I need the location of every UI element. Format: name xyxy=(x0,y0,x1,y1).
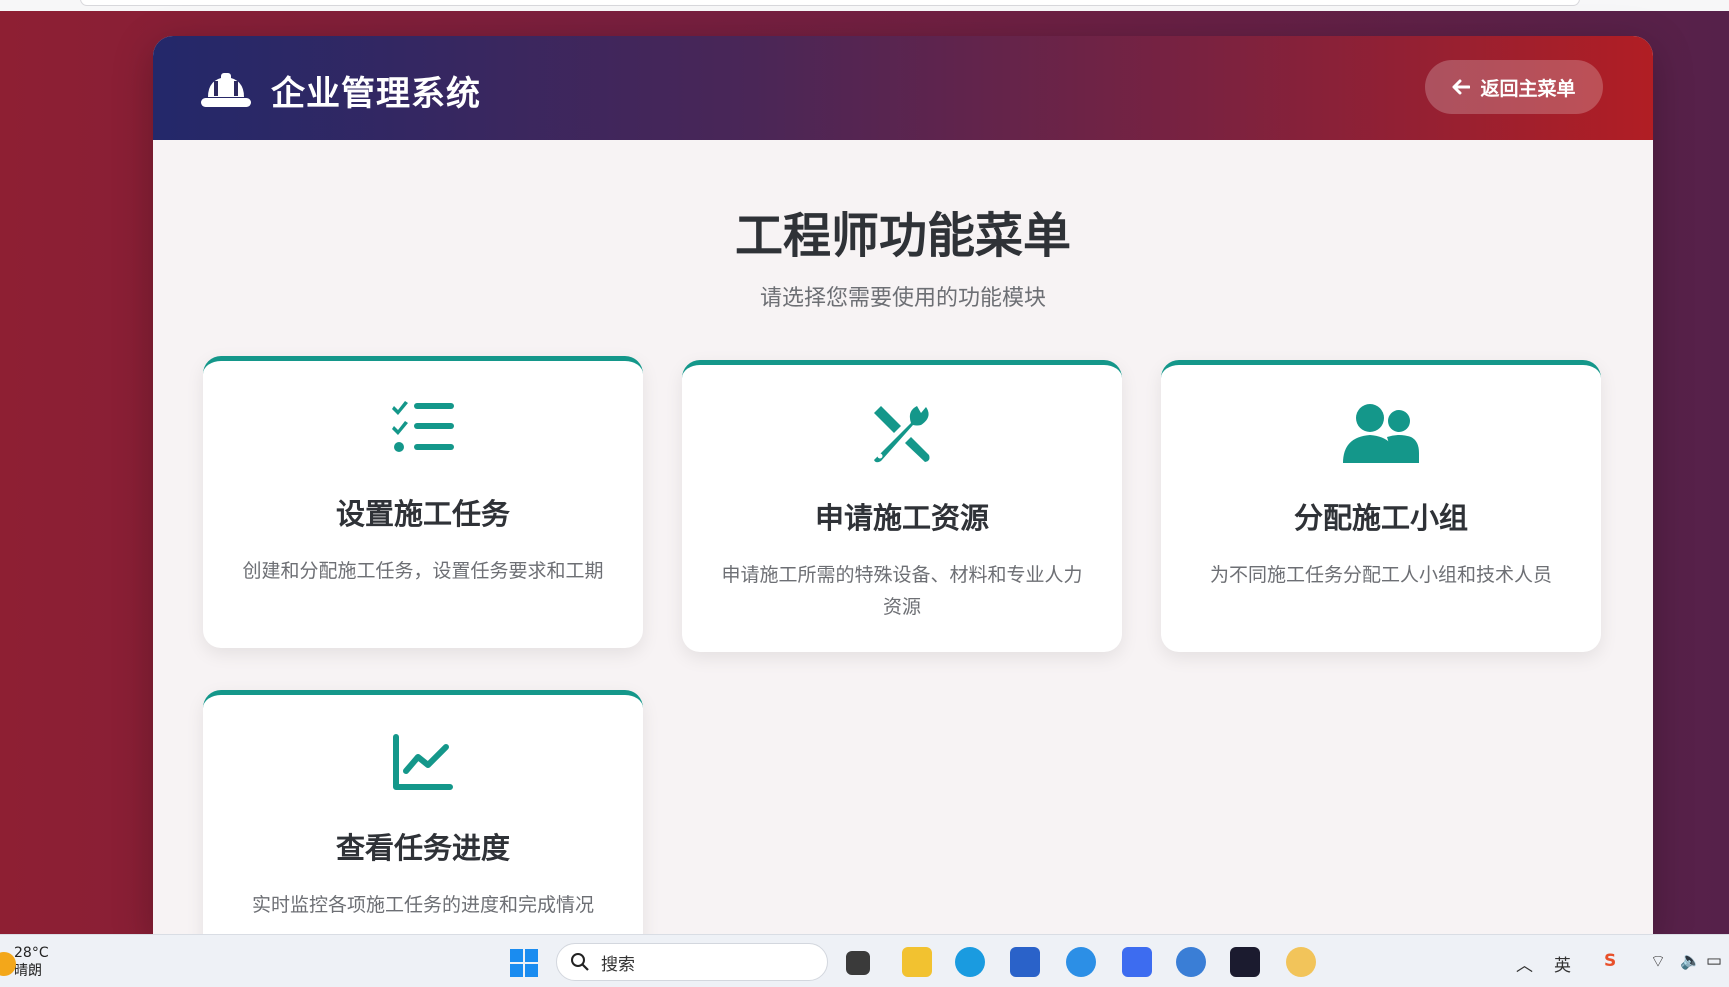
back-button-label: 返回主菜单 xyxy=(1480,77,1576,100)
chevron-up-icon[interactable]: ︿ xyxy=(1516,951,1533,976)
card-set-task[interactable]: 设置施工任务 创建和分配施工任务，设置任务要求和工期 xyxy=(203,356,643,648)
brand: 企业管理系统 xyxy=(201,66,481,115)
back-to-main-menu-button[interactable]: 返回主菜单 xyxy=(1425,60,1603,114)
search-icon xyxy=(571,953,589,971)
copilot-icon[interactable] xyxy=(1122,947,1152,977)
search-label: 搜索 xyxy=(601,954,635,975)
store-icon[interactable] xyxy=(1010,947,1040,977)
weather-widget[interactable]: 28°C 晴朗 xyxy=(0,944,49,980)
windows-start-icon[interactable] xyxy=(510,949,538,977)
help-app-icon[interactable] xyxy=(1066,947,1096,977)
weather-condition: 晴朗 xyxy=(14,963,42,979)
edge-browser-icon[interactable] xyxy=(955,947,985,977)
card-request-resources[interactable]: 申请施工资源 申请施工所需的特殊设备、材料和专业人力资源 xyxy=(682,360,1122,652)
os-taskbar: 28°C 晴朗 搜索 ︿ 英 S ⌔ 🔈 ▭ xyxy=(0,934,1729,987)
card-title: 查看任务进度 xyxy=(335,831,510,865)
temperature: 28°C xyxy=(14,945,49,961)
tools-icon xyxy=(874,406,930,463)
volume-icon[interactable]: 🔈 xyxy=(1680,951,1701,971)
page-subtitle: 请选择您需要使用的功能模块 xyxy=(759,286,1046,311)
card-view-progress[interactable]: 查看任务进度 实时监控各项施工任务的进度和完成情况 xyxy=(203,690,643,936)
arrow-left-icon xyxy=(1452,79,1471,95)
wifi-icon[interactable]: ⌔ xyxy=(1650,951,1666,972)
taskbar-search[interactable]: 搜索 xyxy=(556,943,828,981)
intellij-icon[interactable] xyxy=(1230,947,1260,977)
app-window: 企业管理系统 返回主菜单 工程师功能菜单 请选择您需要使用的功能模块 设置施工任… xyxy=(153,36,1653,936)
ime-indicator[interactable]: 英 xyxy=(1554,951,1571,976)
brand-name: 企业管理系统 xyxy=(271,74,481,114)
browser-top-strip xyxy=(0,0,1729,11)
page-title: 工程师功能菜单 xyxy=(734,208,1071,264)
app-icon[interactable] xyxy=(1286,947,1316,977)
app-header: 企业管理系统 返回主菜单 xyxy=(153,36,1653,140)
card-title: 设置施工任务 xyxy=(335,497,510,531)
battery-icon[interactable]: ▭ xyxy=(1706,951,1722,971)
card-description: 创建和分配施工任务，设置任务要求和工期 xyxy=(242,560,604,582)
helmet-icon xyxy=(201,72,251,107)
settings-icon[interactable] xyxy=(1176,947,1206,977)
users-icon xyxy=(1343,404,1419,463)
file-explorer-icon[interactable] xyxy=(902,947,932,977)
card-description: 实时监控各项施工任务的进度和完成情况 xyxy=(251,894,594,916)
task-list-icon xyxy=(392,401,454,452)
card-description: 申请施工所需的特殊设备、材料和专业人力资源 xyxy=(721,564,1083,618)
address-bar[interactable] xyxy=(80,0,1580,6)
sogou-input-icon[interactable]: S xyxy=(1604,951,1616,971)
task-view-icon[interactable] xyxy=(846,951,870,975)
card-assign-team[interactable]: 分配施工小组 为不同施工任务分配工人小组和技术人员 xyxy=(1161,360,1601,652)
card-title: 分配施工小组 xyxy=(1293,501,1468,535)
card-description: 为不同施工任务分配工人小组和技术人员 xyxy=(1209,564,1552,586)
card-title: 申请施工资源 xyxy=(814,501,989,535)
chart-line-icon xyxy=(393,734,453,790)
